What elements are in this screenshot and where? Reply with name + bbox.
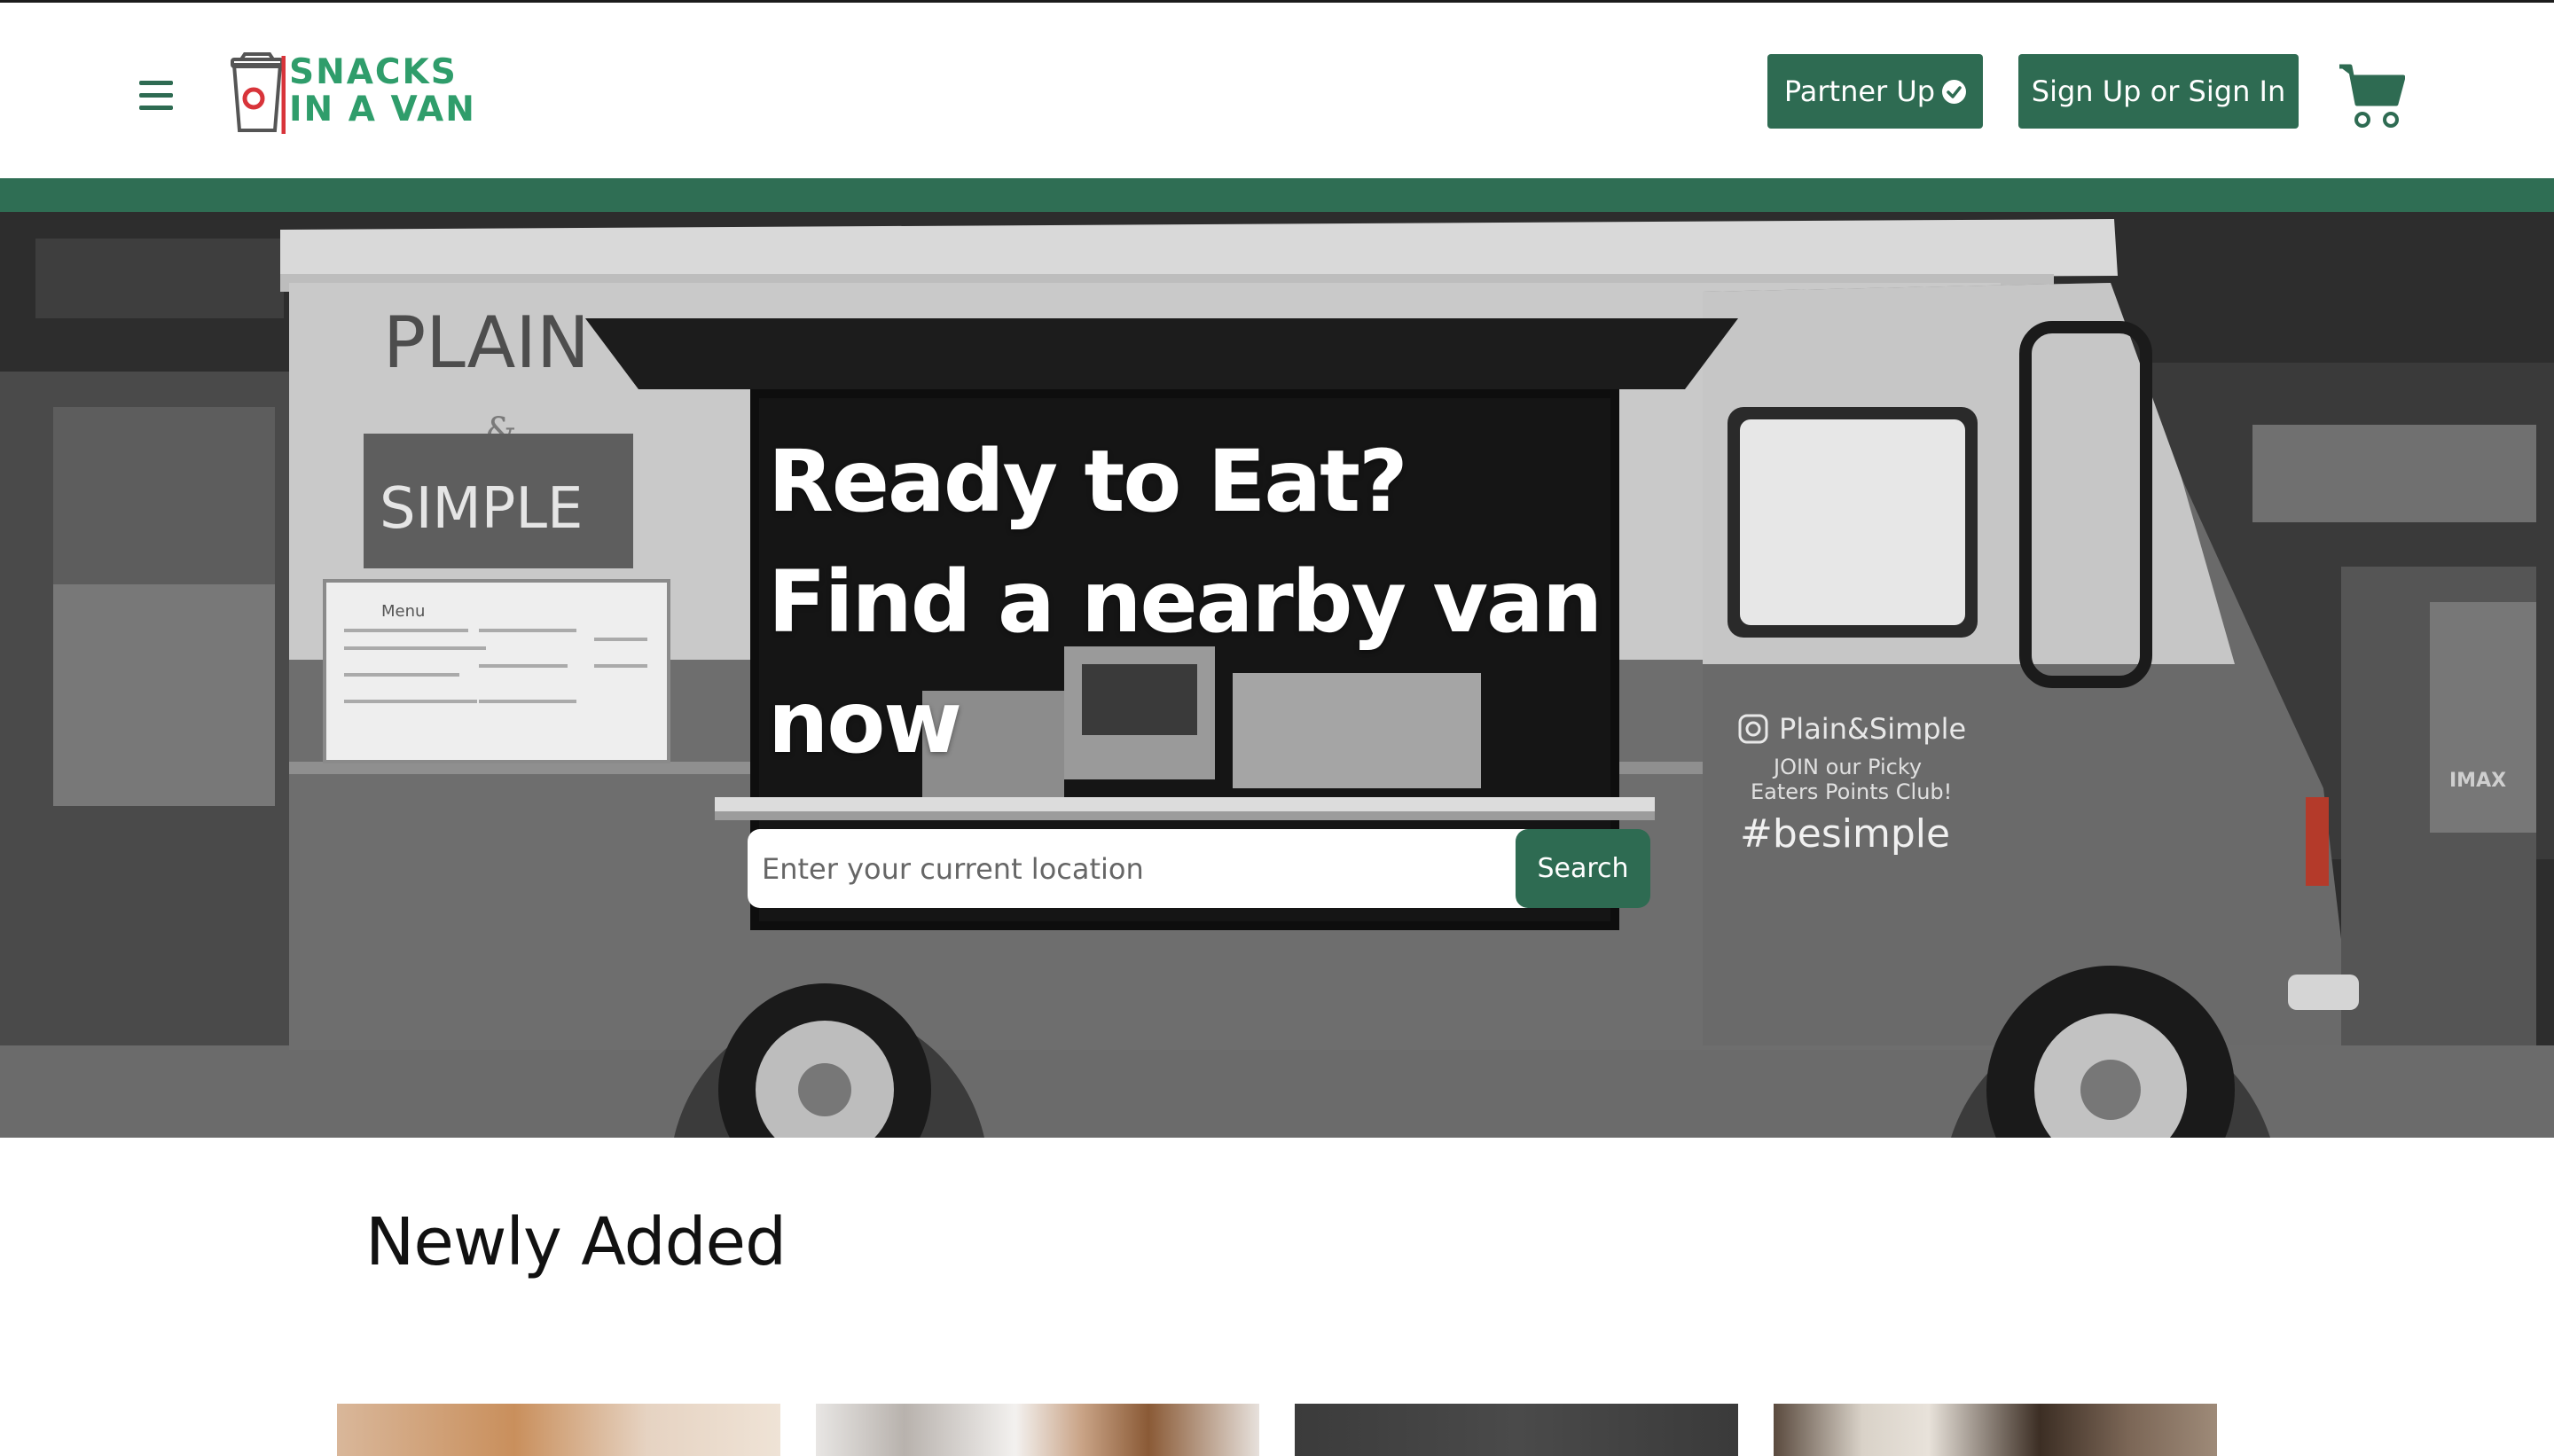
van-hashtag: #besimple [1740, 811, 1950, 857]
check-circle-icon [1942, 79, 1967, 104]
location-search-input[interactable] [748, 829, 1528, 908]
van-instagram-handle: Plain&Simple [1779, 712, 1966, 746]
header-accent-bar [0, 178, 2554, 212]
hero-heading-line3: now [768, 673, 962, 772]
hero-banner: IMAX PLAIN & SIMPLE Menu Plain&Simple JO… [0, 212, 2554, 1138]
van-brand-bottom: SIMPLE [380, 476, 583, 542]
van-card[interactable] [1774, 1404, 2217, 1456]
newly-added-title: Newly Added [365, 1204, 787, 1280]
van-club-line2: Eaters Points Club! [1751, 779, 1952, 804]
logo-line1: SNACKS [289, 52, 458, 92]
hero-heading: Ready to Eat? Find a nearby van now [768, 421, 1602, 783]
hero-heading-line1: Ready to Eat? [768, 432, 1408, 531]
logo-line2: IN A VAN [289, 90, 476, 129]
partner-up-button[interactable]: Partner Up [1767, 54, 1983, 129]
search-button[interactable]: Search [1516, 829, 1650, 908]
location-search-form: Search [748, 829, 1650, 908]
van-card[interactable] [337, 1404, 780, 1456]
hamburger-menu-icon[interactable] [139, 81, 173, 111]
van-card[interactable] [816, 1404, 1259, 1456]
hero-heading-line2: Find a nearby van [768, 552, 1602, 652]
wall-sign-text: IMAX [2449, 770, 2506, 792]
partner-up-label: Partner Up [1783, 74, 1936, 108]
sign-in-button[interactable]: Sign Up or Sign In [2018, 54, 2299, 129]
site-header: SNACKS IN A VAN Partner Up Sign Up or Si… [0, 3, 2554, 178]
van-brand-top: PLAIN [383, 301, 590, 384]
van-menu-title: Menu [381, 602, 425, 621]
van-card[interactable] [1295, 1404, 1738, 1456]
logo-wordmark: SNACKS IN A VAN [289, 54, 476, 129]
van-club-line1: JOIN our Picky [1772, 755, 1922, 779]
site-logo[interactable]: SNACKS IN A VAN [229, 52, 495, 136]
shopping-cart-icon[interactable] [2338, 61, 2406, 129]
cup-logo-icon [231, 52, 286, 134]
